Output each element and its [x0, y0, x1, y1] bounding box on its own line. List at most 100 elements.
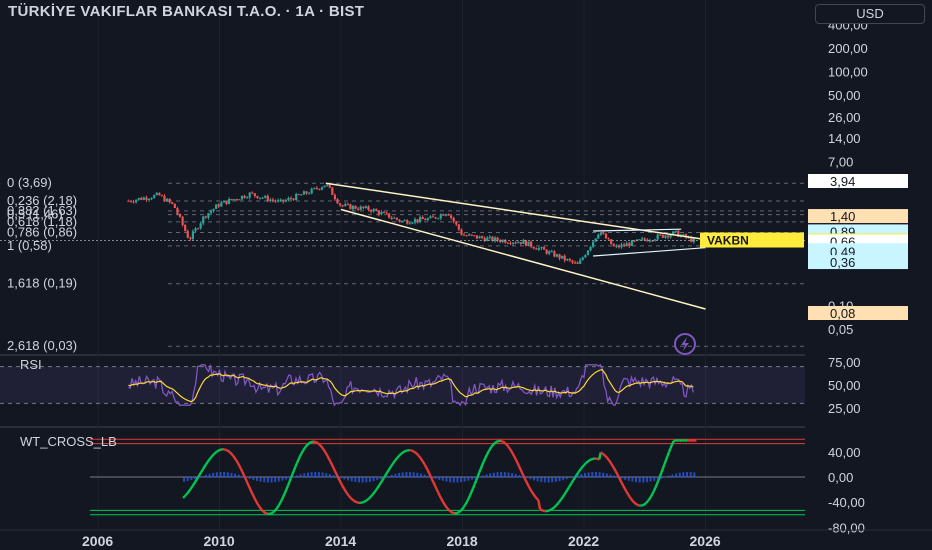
wt-histogram-bar: [343, 477, 346, 480]
wt-line-segment: [487, 448, 491, 453]
candle-body: [338, 203, 342, 206]
candle-body: [625, 243, 628, 246]
candle-body: [341, 205, 344, 207]
wt-line-segment: [660, 467, 665, 473]
candle-body: [150, 198, 153, 200]
candle-body: [535, 248, 538, 250]
wt-line-segment: [468, 491, 473, 496]
wt-histogram-bar: [427, 475, 430, 478]
candle-body: [269, 199, 272, 201]
wt-histogram-bar: [631, 477, 634, 482]
candle-body: [315, 187, 318, 189]
price-axis-tick: 26,00: [828, 110, 861, 125]
wt-line-segment: [513, 455, 517, 460]
candle-body: [137, 197, 140, 200]
candle-body: [664, 235, 667, 238]
wt-label: WT_CROSS_LB: [20, 434, 117, 449]
price-axis-tick: 7,00: [828, 155, 853, 170]
candle-body: [292, 198, 295, 201]
wt-line-segment: [448, 509, 452, 513]
wt-line-segment: [520, 471, 525, 476]
wt-line-segment: [431, 478, 435, 484]
wt-histogram-bar: [336, 476, 339, 478]
wt-line-segment: [622, 485, 627, 490]
candle-body: [643, 238, 646, 240]
symbol-label: VAKBN: [707, 234, 749, 248]
candle-body: [413, 219, 417, 223]
wt-line-segment: [305, 443, 309, 448]
candle-body: [530, 241, 533, 247]
wt-histogram-bar: [394, 473, 397, 478]
wt-line-segment: [244, 477, 248, 483]
candle-body: [388, 213, 391, 218]
candle-body: [284, 199, 287, 202]
wt-histogram-bar: [543, 477, 546, 483]
currency-button[interactable]: USD: [815, 4, 925, 24]
candle-body: [261, 197, 264, 199]
candle-body: [594, 238, 597, 242]
candle-body: [346, 204, 349, 206]
fib-level-label: 1,618 (0,19): [7, 276, 77, 291]
candle-body: [178, 213, 182, 217]
wt-line-segment: [197, 473, 201, 478]
wt-histogram-bar: [354, 477, 357, 483]
wt-line-segment: [461, 505, 465, 510]
wt-histogram-bar: [208, 473, 211, 478]
wt-histogram-bar: [383, 477, 386, 478]
wt-line-segment: [434, 485, 438, 490]
price-badge: [808, 255, 908, 270]
wt-line-segment: [643, 501, 648, 506]
wt-histogram-bar: [514, 474, 517, 478]
candle-body: [140, 197, 143, 200]
wt-line-segment: [391, 461, 396, 465]
wt-line-segment: [472, 483, 476, 489]
wt-line-segment: [602, 453, 607, 457]
candle-body: [470, 234, 473, 236]
wt-histogram-bar: [613, 475, 616, 478]
wt-line-segment: [443, 503, 447, 507]
candle-body: [437, 218, 440, 220]
wt-histogram-bar: [296, 475, 299, 478]
wt-histogram-bar: [522, 476, 525, 478]
wt-histogram-bar: [686, 471, 689, 478]
wt-histogram-bar: [689, 472, 692, 478]
wt-line-segment: [627, 493, 631, 498]
wt-histogram-bar: [339, 477, 342, 479]
price-badge-label: 3,94: [830, 174, 855, 189]
wt-line-segment: [540, 508, 544, 512]
wt-line-segment: [262, 510, 266, 514]
candle-body: [377, 210, 380, 215]
price-chart[interactable]: 0 (3,69)0,236 (2,18)0,382 (1,63)0,5 (1,4…: [0, 0, 932, 550]
wt-line-segment: [300, 450, 305, 454]
candle-body: [431, 216, 435, 218]
wt-line-segment: [449, 510, 453, 514]
candle-body: [227, 199, 231, 204]
candle-body: [674, 230, 677, 232]
wt-histogram-bar: [460, 477, 463, 483]
price-axis-tick: 200,00: [828, 41, 868, 56]
wt-line-segment: [320, 445, 324, 450]
price-badge-label: 0,36: [830, 255, 855, 270]
wt-histogram-bar: [627, 477, 630, 481]
wt-histogram-bar: [682, 472, 685, 478]
wt-histogram-bar: [562, 477, 565, 481]
wt-line-segment: [329, 460, 333, 466]
wt-line-segment: [310, 440, 313, 444]
wt-line-segment: [411, 449, 415, 453]
candle-body: [225, 200, 228, 204]
candle-body: [403, 220, 406, 222]
wt-line-segment: [282, 492, 286, 498]
candle-body: [282, 199, 285, 202]
wt-line-segment: [283, 489, 288, 494]
candle-body: [550, 251, 553, 253]
candle-body: [256, 195, 259, 199]
wt-line-segment: [280, 496, 285, 501]
wt-line-segment: [384, 472, 388, 477]
candle-body: [573, 262, 577, 264]
wt-line-segment: [576, 470, 581, 474]
wt-line-segment: [344, 490, 349, 495]
wt-line-segment: [617, 476, 622, 481]
wt-line-segment: [564, 489, 569, 494]
fib-level-label: 0 (3,69): [7, 175, 52, 190]
candle-body: [602, 232, 605, 234]
